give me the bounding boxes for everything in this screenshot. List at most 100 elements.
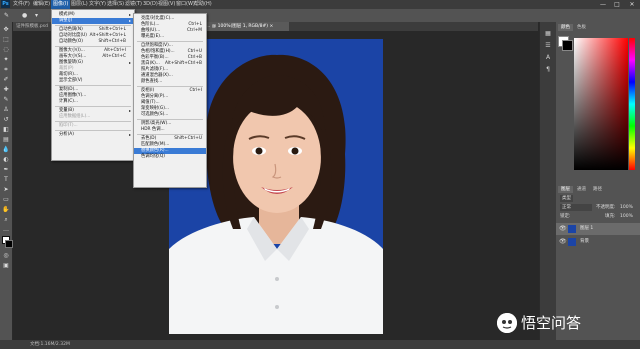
status-bar: 文档:1.16M/2.32M — [0, 340, 640, 349]
menu-view[interactable]: 视图(V) — [158, 0, 175, 9]
menu-item[interactable]: 显示全部(V) — [52, 78, 134, 84]
crop-tool-icon[interactable]: ⌗ — [2, 66, 10, 73]
color-panel-background-swatch[interactable] — [562, 40, 573, 51]
menu-item[interactable]: 自动颜色(O) Shift+Ctrl+B — [52, 39, 134, 45]
zoom-tool-icon[interactable]: ⌕ — [2, 216, 10, 223]
opacity-label: 不透明度: — [596, 205, 616, 210]
pen-tool-icon[interactable]: ✒ — [2, 166, 10, 173]
background-color-swatch[interactable] — [5, 240, 13, 248]
dodge-tool-icon[interactable]: ◐ — [2, 156, 10, 163]
brush-preset-icon[interactable]: ✎ — [4, 12, 12, 19]
menu-item[interactable]: 颜色查找... — [134, 79, 206, 85]
shape-tool-icon[interactable]: ▭ — [2, 196, 10, 203]
maximize-button[interactable]: □ — [610, 0, 624, 9]
menu-layer[interactable]: 图层(L) — [71, 0, 88, 9]
marquee-tool-icon[interactable]: ⬚ — [2, 36, 10, 43]
menu-edit[interactable]: 编辑(E) — [33, 0, 50, 9]
layer-name: 背景 — [580, 239, 589, 244]
path-select-tool-icon[interactable]: ➤ — [2, 186, 10, 193]
mode-icon[interactable]: ▾ — [35, 12, 43, 19]
menu-item-label: 调整(J) — [59, 18, 73, 23]
document-size-status[interactable]: 文档:1.16M/2.32M — [30, 340, 70, 349]
brush-tool-icon[interactable]: ✎ — [2, 96, 10, 103]
menu-3d[interactable]: 3D(D) — [143, 0, 158, 9]
clone-stamp-tool-icon[interactable]: ♙ — [2, 106, 10, 113]
layers-panel-tab[interactable]: 图层 — [558, 186, 573, 193]
menu-separator — [55, 130, 131, 131]
menu-item-label: 陷印(T)... — [59, 123, 78, 128]
close-button[interactable]: ✕ — [625, 0, 639, 9]
menu-item[interactable]: 曝光度(E)... — [134, 34, 206, 40]
eraser-tool-icon[interactable]: ◧ — [2, 126, 10, 133]
eyedropper-tool-icon[interactable]: ✐ — [2, 76, 10, 83]
menu-item-label: HDR 色调... — [141, 127, 165, 132]
layer-thumbnail — [568, 225, 576, 233]
menu-file[interactable]: 文件(F) — [13, 0, 30, 9]
menu-item-label: 曝光度(E)... — [141, 34, 165, 39]
paragraph-panel-icon[interactable]: ¶ — [544, 66, 552, 73]
layer-name: 图层 1 — [580, 226, 594, 231]
type-tool-icon[interactable]: T — [2, 176, 10, 183]
layer-kind-filter[interactable]: 类型 — [560, 195, 573, 202]
menu-item-label: 分析(A) — [59, 132, 74, 137]
watermark-text: 悟空问答 — [521, 314, 582, 332]
quick-mask-icon[interactable]: ◎ — [2, 252, 10, 259]
menu-item[interactable]: HDR 色调... — [134, 127, 206, 133]
fill-label: 填充: — [605, 214, 616, 219]
menu-item[interactable]: 调整(J) ▸ — [52, 18, 134, 24]
color-panel-tab[interactable]: 颜色 — [558, 24, 573, 31]
menu-separator — [137, 119, 203, 120]
menu-item-label: 颜色查找... — [141, 79, 163, 84]
blur-tool-icon[interactable]: 💧 — [2, 146, 10, 153]
menu-select[interactable]: 选择(S) — [107, 0, 124, 9]
channels-panel-tab[interactable]: 通道 — [574, 186, 589, 193]
brush-size-icon[interactable]: ● — [22, 12, 30, 19]
lock-label: 锁定: — [560, 214, 571, 219]
menu-type[interactable]: 文字(Y) — [89, 0, 106, 9]
swatches-panel-tab[interactable]: 色板 — [574, 24, 589, 31]
menu-separator — [55, 46, 131, 47]
healing-brush-tool-icon[interactable]: ✚ — [2, 86, 10, 93]
menu-image[interactable]: 图像(I) — [51, 0, 71, 9]
menu-item[interactable]: 色调均化(Q) — [134, 154, 206, 160]
menu-item[interactable]: 计算(C)... — [52, 99, 134, 105]
minimize-button[interactable]: — — [596, 0, 610, 9]
layer-row[interactable]: 👁 背景 — [556, 236, 640, 248]
opacity-value[interactable]: 100% — [620, 204, 633, 211]
lasso-tool-icon[interactable]: ◌ — [2, 46, 10, 53]
document-tab-active[interactable]: ... @ 100%(图层 1, RGB/8#) × — [203, 22, 289, 31]
color-picker-field[interactable] — [574, 38, 628, 170]
layer-row[interactable]: 👁 图层 1 — [556, 223, 640, 235]
hand-tool-icon[interactable]: ✋ — [2, 206, 10, 213]
quick-select-tool-icon[interactable]: ✦ — [2, 56, 10, 63]
move-tool-icon[interactable]: ✥ — [2, 26, 10, 33]
history-brush-tool-icon[interactable]: ↺ — [2, 116, 10, 123]
blend-mode-select[interactable]: 正常 — [560, 204, 592, 211]
menu-separator — [137, 134, 203, 135]
hue-slider[interactable] — [629, 38, 635, 170]
menu-separator — [55, 85, 131, 86]
wukong-logo-icon — [497, 313, 517, 333]
screen-mode-icon[interactable]: ▣ — [2, 262, 10, 269]
menu-filter[interactable]: 滤镜(T) — [125, 0, 142, 9]
menu-separator — [55, 106, 131, 107]
menu-item[interactable]: 可选颜色(S)... — [134, 112, 206, 118]
paths-panel-tab[interactable]: 路径 — [590, 186, 605, 193]
fill-value[interactable]: 100% — [620, 213, 633, 220]
menu-item: 应用数据组(L)... — [52, 114, 134, 120]
visibility-eye-icon[interactable]: 👁 — [559, 238, 567, 245]
menu-separator — [137, 86, 203, 87]
menu-item-label: 计算(C)... — [59, 99, 79, 104]
visibility-eye-icon[interactable]: 👁 — [559, 225, 567, 232]
menu-help[interactable]: 帮助(H) — [194, 0, 212, 9]
menu-item-label: 可选颜色(S)... — [141, 112, 169, 117]
properties-panel-icon[interactable]: ☰ — [544, 42, 552, 49]
menu-item[interactable]: 分析(A) ▸ — [52, 132, 134, 138]
menu-window[interactable]: 窗口(W) — [176, 0, 195, 9]
history-panel-icon[interactable]: ▦ — [544, 30, 552, 37]
gradient-tool-icon[interactable]: ▤ — [2, 136, 10, 143]
more-tools-icon[interactable]: … — [2, 226, 10, 233]
menu-bar: Ps 文件(F) 编辑(E) 图像(I) 图层(L) 文字(Y) 选择(S) 滤… — [0, 0, 640, 9]
menu-item: 陷印(T)... — [52, 123, 134, 129]
character-panel-icon[interactable]: A — [544, 54, 552, 61]
